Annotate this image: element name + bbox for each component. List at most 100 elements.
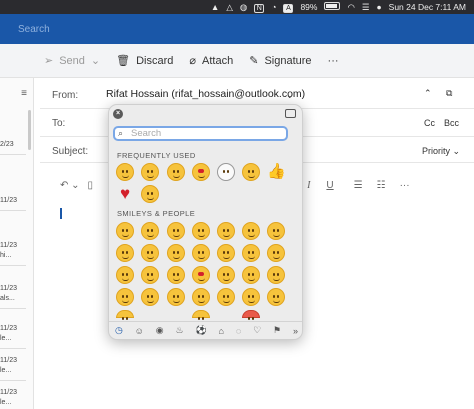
emoji-upside-down[interactable] [267,244,285,262]
bcc-button[interactable]: Bcc [444,118,459,128]
popout-icon[interactable]: ⧉ [446,88,452,99]
send-button[interactable]: ➢ Send ⌄ [44,54,100,68]
emoji-partial[interactable] [192,310,210,320]
emoji-search-placeholder: Search [131,128,162,139]
smiley-icon[interactable]: ☺ [135,326,144,336]
list-item[interactable]: 11/23 [0,196,26,211]
food-icon[interactable]: ♨ [175,325,183,336]
discard-button[interactable]: 🗑 Discard [116,54,173,68]
emoji-search-input[interactable]: ⌕ Search [113,126,288,141]
undo-icon[interactable]: ↶ ⌄ [60,180,80,191]
emoji-wink-tongue[interactable] [217,288,235,306]
cc-button[interactable]: Cc [424,118,435,128]
from-value[interactable]: Rifat Hossain (rifat_hossain@outlook.com… [106,88,305,100]
emoji-squint-tongue[interactable] [192,288,210,306]
search-hint[interactable]: Search [18,24,50,35]
emoji-grinning[interactable] [116,163,134,181]
wifi-icon[interactable]: ◠ [347,0,354,14]
emoji-partial[interactable] [242,310,260,320]
emoji-partial[interactable] [116,310,134,320]
travel-icon[interactable]: ⌂ [219,326,224,336]
scrollbar[interactable] [28,110,31,150]
from-chevron-icon[interactable]: ⌄ [286,90,294,101]
emoji-kissing[interactable] [242,266,260,284]
list-item[interactable]: 11/23 le... [0,388,26,408]
recent-icon[interactable]: ◷ [115,325,123,336]
battery-icon[interactable] [324,0,341,14]
emoji-heart-eyes[interactable] [192,163,210,181]
more-button[interactable]: ··· [328,55,339,67]
filter-icon[interactable]: ≡ [21,88,27,99]
bulb-icon[interactable]: ◌ [236,326,241,336]
emoji-grin[interactable] [167,222,185,240]
emoji-joy[interactable] [116,244,134,262]
emoji-laughing[interactable] [267,222,285,240]
emoji-rofl[interactable] [141,244,159,262]
list-item[interactable]: 11/23 le... [0,356,26,381]
emoji-innocent[interactable] [217,244,235,262]
character-viewer-icon[interactable] [285,109,296,118]
emoji-wink[interactable] [116,266,134,284]
emoji-heart-eyes[interactable] [167,266,185,284]
emoji-nerd[interactable] [141,185,159,203]
emoji-smile[interactable] [167,244,185,262]
list-item[interactable]: 11/23 le... [0,324,26,349]
emoji-grinning-big-eyes[interactable] [141,222,159,240]
list-item[interactable]: 11/23 hi... [0,241,26,266]
emoji-kissing-closed[interactable] [116,288,134,306]
emoji-pleading[interactable] [141,163,159,181]
list-item[interactable]: 2/23 [0,140,26,155]
emoji-smiling-hearts[interactable] [192,266,210,284]
control-center-icon[interactable]: ☰ [362,0,370,14]
signature-button[interactable]: ✎ Signature [249,54,311,68]
emoji-slightly-smiling[interactable] [242,244,260,262]
pen-icon: ✎ [249,55,259,67]
more-format-icon[interactable]: ··· [400,180,410,191]
emoji-squinting[interactable] [217,222,235,240]
emoji-picker: × ⌕ Search FREQUENTLY USED 👍 ♥ SMILEYS &… [108,104,303,340]
app-icon[interactable]: ◍ [240,0,247,14]
emoji-red-heart[interactable]: ♥ [116,185,134,203]
clock[interactable]: Sun 24 Dec 7:11 AM [389,0,466,14]
list-item-date: 11/23 le... [0,389,17,406]
close-icon[interactable]: × [113,109,123,119]
collapse-icon[interactable]: ⌃ [424,88,432,99]
input-source-icon[interactable]: A [283,0,294,14]
more-categories-icon[interactable]: » [293,326,298,336]
emoji-smiling-hearts[interactable] [167,163,185,181]
emoji-slight-smile[interactable] [242,163,260,181]
emoji-tongue[interactable] [167,288,185,306]
animal-icon[interactable]: ◉ [156,325,164,336]
priority-button[interactable]: Priority ⌄ [422,146,460,157]
emoji-category-bar: ◷ ☺ ◉ ♨ ⚽ ⌂ ◌ ♡ ⚑ » [109,321,302,339]
bullets-icon[interactable]: ☰ [354,180,363,191]
italic-icon[interactable]: I [307,180,310,191]
paste-icon[interactable]: ▯ [88,180,94,191]
emoji-panda[interactable] [217,163,235,181]
symbols-icon[interactable]: ♡ [253,325,261,336]
vlc-icon[interactable]: ▲ [211,0,219,14]
emoji-beaming[interactable] [192,222,210,240]
emoji-relieved[interactable] [141,266,159,284]
emoji-blush[interactable] [192,244,210,262]
underline-icon[interactable]: U [326,180,333,191]
emoji-grinning[interactable] [116,222,134,240]
drive-icon[interactable]: △ [226,0,233,14]
emoji-yum[interactable] [141,288,159,306]
emoji-kissing-heart[interactable] [217,266,235,284]
numbered-list-icon[interactable]: ☷ [377,180,386,191]
attach-button[interactable]: ⌀ Attach [189,54,233,68]
emoji-thumbs-up[interactable]: 👍 [267,163,286,181]
emoji-raised-eyebrow[interactable] [267,288,285,306]
list-item[interactable]: 11/23 als... [0,284,26,309]
emoji-sweat-smile[interactable] [242,222,260,240]
menu-bar: ▲ △ ◍ N ◔ A 89% ◠ ☰ ● Sun 24 Dec 7:11 AM [0,0,474,14]
chevron-down-icon[interactable]: ⌄ [91,54,100,67]
flag-icon[interactable]: ⚑ [273,325,281,336]
siri-icon[interactable]: ● [377,0,382,14]
notion-icon[interactable]: N [254,0,265,14]
timer-icon[interactable]: ◔ [271,0,276,14]
sport-icon[interactable]: ⚽ [195,325,206,336]
emoji-kissing-smiling[interactable] [267,266,285,284]
emoji-zany[interactable] [242,288,260,306]
